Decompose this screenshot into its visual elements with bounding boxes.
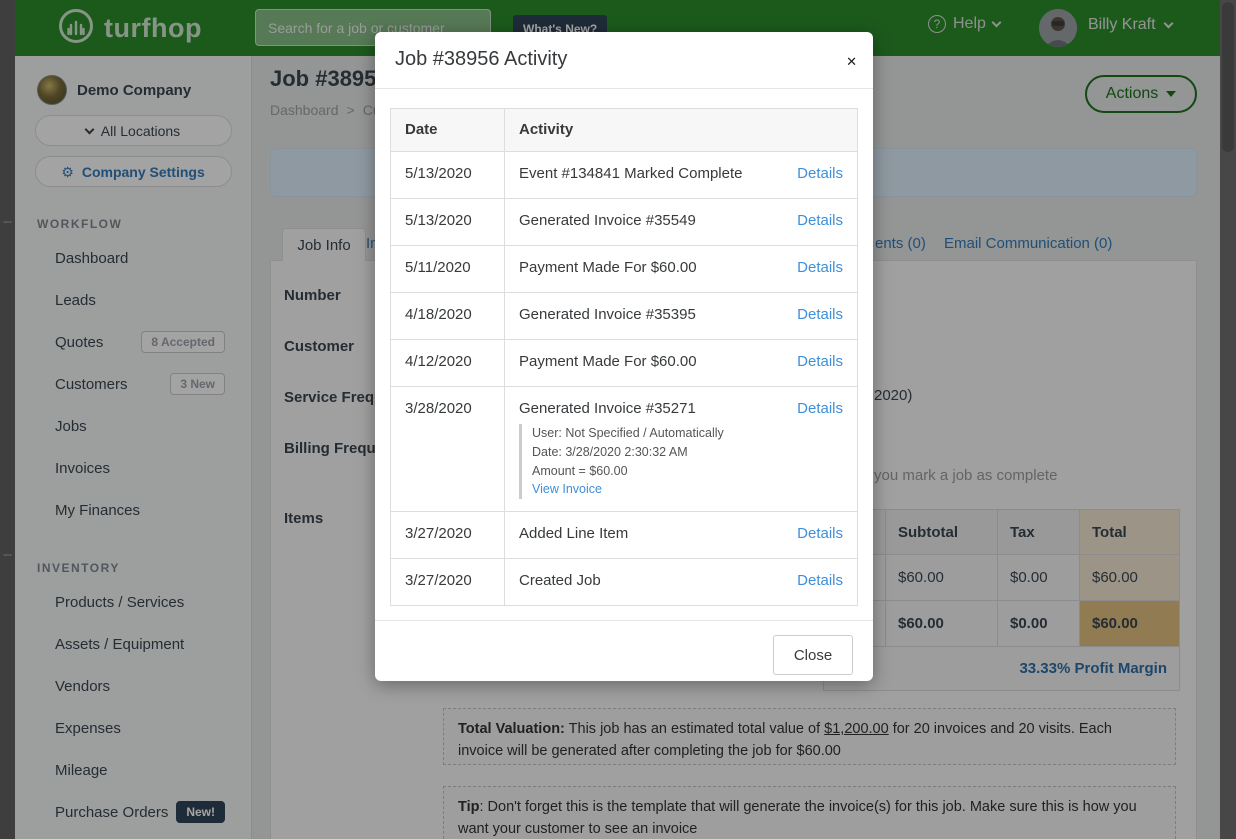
details-link[interactable]: Details	[785, 340, 857, 370]
activity-row: 5/13/2020 Event #134841 Marked Complete …	[391, 151, 857, 198]
details-link[interactable]: Details	[785, 559, 857, 589]
activity-table-header: Date Activity	[391, 109, 857, 151]
activity-row: 5/13/2020 Generated Invoice #35549 Detai…	[391, 198, 857, 245]
activity-row: 3/27/2020 Added Line Item Details	[391, 511, 857, 558]
close-icon[interactable]: ✕	[846, 54, 857, 70]
close-button[interactable]: Close	[773, 635, 853, 675]
app-viewport: turfhop What's New? ? Help Billy Kraft D…	[0, 0, 1236, 839]
activity-row-expanded: 3/28/2020 Generated Invoice #35271 User:…	[391, 386, 857, 511]
activity-table: Date Activity 5/13/2020 Event #134841 Ma…	[390, 108, 858, 606]
details-link[interactable]: Details	[785, 387, 857, 417]
activity-row: 4/12/2020 Payment Made For $60.00 Detail…	[391, 339, 857, 386]
details-link[interactable]: Details	[785, 293, 857, 323]
col-activity: Activity	[505, 109, 785, 151]
details-link[interactable]: Details	[785, 152, 857, 182]
details-link[interactable]: Details	[785, 246, 857, 276]
col-date: Date	[391, 109, 505, 151]
modal-footer: Close	[375, 620, 873, 681]
activity-detail-block: User: Not Specified / Automatically Date…	[519, 424, 785, 499]
activity-row: 5/11/2020 Payment Made For $60.00 Detail…	[391, 245, 857, 292]
view-invoice-link[interactable]: View Invoice	[532, 480, 785, 499]
details-link[interactable]: Details	[785, 512, 857, 542]
activity-row: 4/18/2020 Generated Invoice #35395 Detai…	[391, 292, 857, 339]
details-link[interactable]: Details	[785, 199, 857, 229]
modal-header: Job #38956 Activity ✕	[375, 32, 873, 89]
job-activity-modal: Job #38956 Activity ✕ Date Activity 5/13…	[375, 32, 873, 681]
activity-row: 3/27/2020 Created Job Details	[391, 558, 857, 605]
modal-title: Job #38956 Activity	[395, 48, 567, 71]
